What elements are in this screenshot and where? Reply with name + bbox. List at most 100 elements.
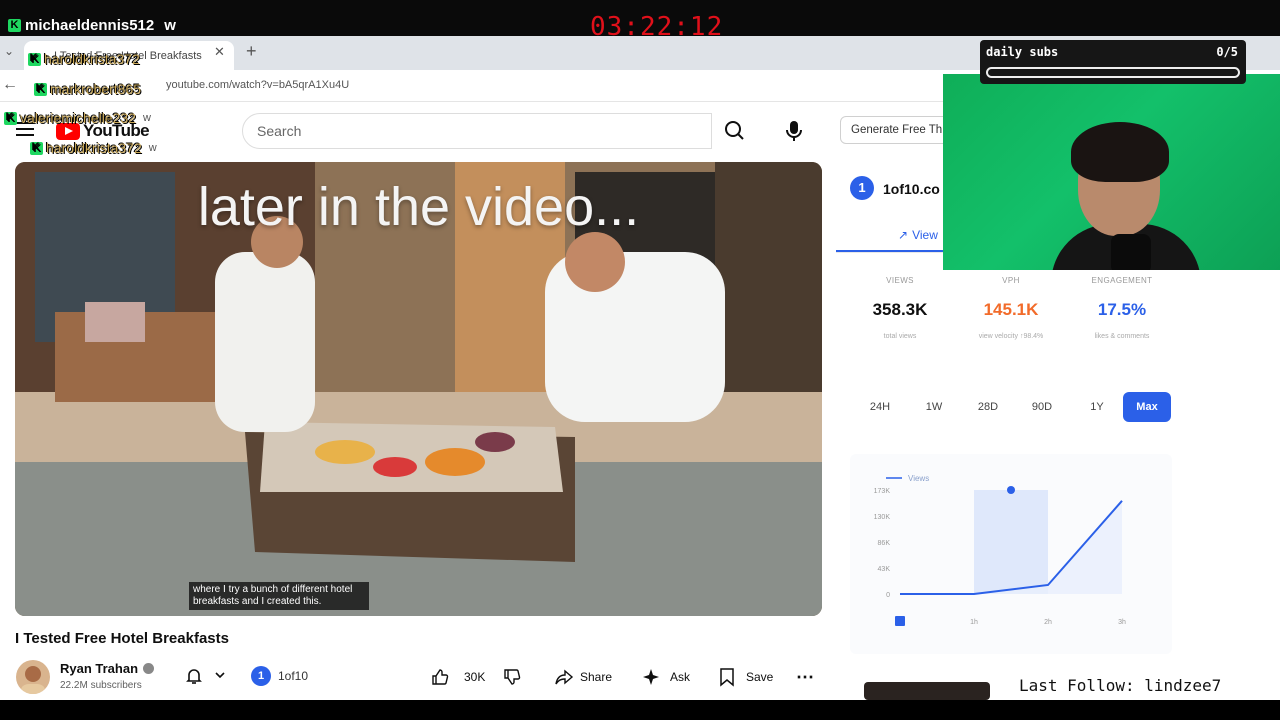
video-title: I Tested Free Hotel Breakfasts: [15, 630, 229, 647]
range-1y[interactable]: 1Y: [1073, 392, 1121, 422]
oneof10-logo-icon: 1: [850, 176, 874, 200]
sparkle-icon: [643, 669, 659, 685]
notification-bell-button[interactable]: [184, 666, 204, 691]
stat-label: ENGAGEMENT: [1091, 276, 1153, 285]
tab-close-icon[interactable]: ✕: [214, 44, 225, 60]
more-actions-icon[interactable]: ⋯: [796, 664, 814, 690]
share-icon: [555, 669, 574, 685]
oneof10-logo-icon[interactable]: 1: [251, 666, 271, 686]
microphone-icon: [1111, 234, 1151, 270]
like-count: 30K: [464, 670, 486, 684]
avatar[interactable]: [16, 660, 50, 694]
sub-goal-progress-bar: [986, 67, 1240, 78]
chat-line: K haroldkrista372 w: [30, 140, 157, 156]
chart-x-tick-label: 2h: [1044, 619, 1052, 626]
generate-button-label: Generate Free Thu: [851, 124, 949, 136]
stat-engagement: ENGAGEMENT 17.5% likes & comments: [1072, 276, 1172, 340]
chevron-down-icon[interactable]: ⌄: [4, 44, 14, 58]
range-1w[interactable]: 1W: [910, 392, 958, 422]
range-28d[interactable]: 28D: [964, 392, 1012, 422]
save-button[interactable]: Save: [718, 664, 773, 690]
plus-icon[interactable]: +: [246, 41, 257, 62]
back-arrow-icon[interactable]: ←: [2, 76, 18, 94]
trend-up-icon: ↗: [898, 228, 909, 242]
chart-start-marker: [895, 616, 905, 626]
share-button[interactable]: Share: [554, 664, 612, 690]
sub-goal-title: daily subs: [986, 45, 1059, 59]
chevron-down-icon[interactable]: [213, 668, 227, 687]
streamer-hair: [1071, 122, 1169, 182]
microphone-icon: [786, 121, 802, 141]
views-chart-svg: Views043K86K130K173K01h2h3h: [874, 474, 1126, 626]
kick-badge-icon: K: [4, 111, 17, 125]
chart-y-tick-label: 0: [886, 592, 890, 599]
stat-value: 145.1K: [983, 300, 1039, 319]
chat-username: haroldkrista372: [46, 140, 142, 156]
ask-label: Ask: [670, 670, 691, 684]
save-label: Save: [746, 670, 774, 684]
chart-x-tick-label: 1h: [970, 619, 978, 626]
stat-label: VIEWS: [886, 276, 914, 285]
channel-name[interactable]: Ryan Trahan: [60, 661, 138, 676]
chart-y-tick-label: 43K: [878, 566, 891, 573]
chat-message: w: [164, 17, 176, 34]
chat-username: markrobert865: [50, 81, 142, 97]
time-range-selector: 24H 1W 28D 90D 1Y Max: [856, 392, 1176, 422]
chat-message: w: [142, 112, 151, 124]
bookmark-icon: [720, 668, 734, 687]
search-placeholder: Search: [257, 123, 302, 139]
video-player[interactable]: later in the video... where I try a bunc…: [15, 162, 822, 616]
chat-username: haroldkrista372: [44, 51, 140, 67]
chat-line: K haroldkrista372: [28, 51, 140, 67]
bell-icon: [186, 669, 202, 684]
ask-button[interactable]: Ask: [642, 664, 690, 690]
search-button[interactable]: [712, 113, 758, 149]
video-overlay-text: later in the video...: [197, 177, 640, 237]
verified-icon: [143, 663, 154, 674]
subscriber-count: 22.2M subscribers: [60, 680, 142, 691]
range-24h[interactable]: 24H: [856, 392, 904, 422]
chart-x-tick-label: 3h: [1118, 619, 1126, 626]
recommended-thumbnail[interactable]: [864, 682, 990, 700]
sub-goal-widget: daily subs 0/5: [980, 40, 1246, 84]
last-follow-label: Last Follow: lindzee7: [1010, 672, 1260, 700]
video-subtitle: where I try a bunch of different hotel b…: [189, 582, 369, 610]
thumbs-up-icon: [432, 669, 449, 685]
chat-line: K markrobert865: [34, 81, 141, 97]
bottom-bar: [0, 700, 1280, 720]
range-max[interactable]: Max: [1123, 392, 1171, 422]
tab-views[interactable]: ↗ View: [898, 228, 938, 242]
avatar-image: [21, 666, 45, 694]
chat-line: K valeriemichelle232 w: [4, 110, 151, 126]
voice-search-button[interactable]: [778, 115, 810, 147]
share-label: Share: [580, 670, 613, 684]
stat-sub: view velocity ↑98.4%: [978, 333, 1044, 340]
chart-highlight-marker: [1007, 486, 1015, 494]
range-90d[interactable]: 90D: [1018, 392, 1066, 422]
stat-vph: VPH 145.1K view velocity ↑98.4%: [961, 276, 1061, 340]
top-chat-line: K michaeldennis512 w: [8, 17, 176, 34]
url-text[interactable]: youtube.com/watch?v=bA5qrA1Xu4U: [166, 79, 349, 91]
oneof10-label[interactable]: 1of10: [278, 669, 308, 683]
chart-y-tick-label: 130K: [874, 514, 891, 521]
search-input[interactable]: Search: [242, 113, 712, 149]
chart-y-tick-label: 173K: [874, 488, 891, 495]
sub-goal-count: 0/5: [1216, 45, 1238, 59]
chart-y-tick-label: 86K: [878, 540, 891, 547]
chart-legend-label: Views: [908, 474, 929, 483]
chart-highlight-band: [974, 490, 1048, 594]
like-button[interactable]: 30K: [430, 664, 485, 690]
stat-value: 17.5%: [1097, 300, 1147, 319]
dislike-button[interactable]: [502, 664, 522, 690]
chat-username: valeriemichelle232: [20, 110, 136, 126]
stat-label: VPH: [1002, 276, 1020, 285]
chat-username: michaeldennis512: [25, 17, 155, 34]
tab-views-label: View: [912, 228, 938, 242]
stat-views: VIEWS 358.3K total views: [850, 276, 950, 340]
search-icon: [725, 121, 744, 140]
kick-badge-icon: K: [8, 19, 21, 32]
stat-sub: likes & comments: [1094, 333, 1150, 340]
kick-badge-icon: K: [34, 82, 47, 96]
thumbs-down-icon: [504, 669, 521, 685]
stat-sub: total views: [883, 333, 917, 340]
